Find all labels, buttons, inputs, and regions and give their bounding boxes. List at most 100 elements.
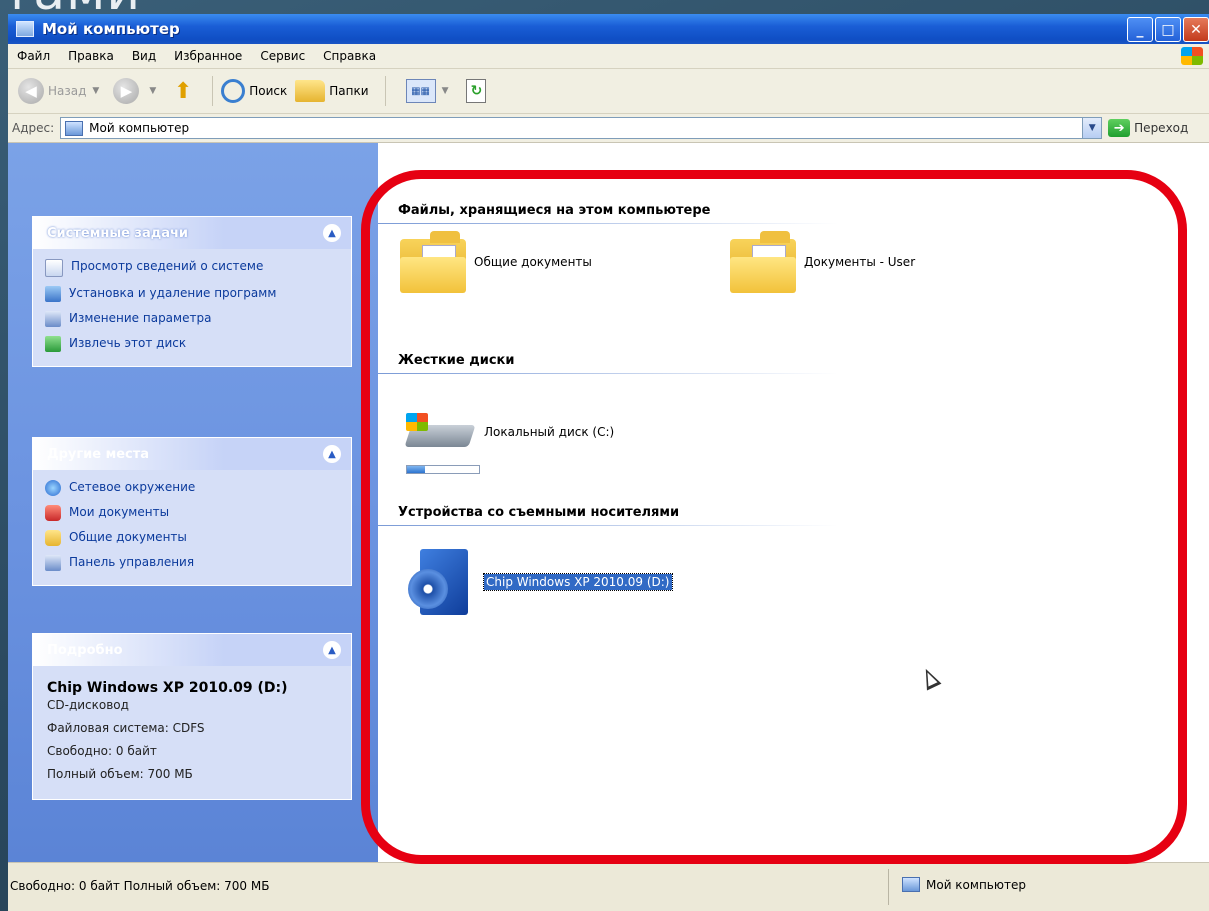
window-controls: _ □ ✕ <box>1127 17 1209 42</box>
collapse-chevron-icon[interactable]: ▲ <box>323 445 341 463</box>
task-label: Извлечь этот диск <box>69 336 187 350</box>
place-my-documents[interactable]: Мои документы <box>45 505 339 521</box>
details-header[interactable]: Подробно ▲ <box>33 634 351 666</box>
other-places-title: Другие места <box>47 446 150 462</box>
task-eject-disk[interactable]: Извлечь этот диск <box>45 336 339 352</box>
place-network[interactable]: Сетевое окружение <box>45 480 339 496</box>
group-title-files: Файлы, хранящиеся на этом компьютере <box>398 203 711 218</box>
views-button[interactable]: ▦▦ ▼ <box>394 79 455 103</box>
status-location: Мой компьютер <box>898 877 1026 892</box>
address-dropdown-icon[interactable]: ▼ <box>1082 118 1102 138</box>
other-places-panel: Другие места ▲ Сетевое окружение Мои док… <box>32 437 352 586</box>
task-label: Установка и удаление программ <box>69 286 277 300</box>
search-label: Поиск <box>249 84 288 98</box>
menu-favorites[interactable]: Избранное <box>165 49 251 63</box>
status-location-label: Мой компьютер <box>926 877 1026 892</box>
task-add-remove-programs[interactable]: Установка и удаление программ <box>45 286 339 302</box>
place-label: Панель управления <box>69 555 195 569</box>
close-button[interactable]: ✕ <box>1183 17 1209 42</box>
folder-icon <box>400 231 466 293</box>
explorer-window: Мой компьютер _ □ ✕ Файл Правка Вид Избр… <box>8 14 1209 911</box>
my-computer-icon <box>16 21 34 37</box>
item-cd-drive-d[interactable]: Chip Windows XP 2010.09 (D:) <box>408 549 673 615</box>
my-documents-icon <box>45 505 61 521</box>
forward-arrow-icon: ▶ <box>113 78 140 104</box>
place-control-panel[interactable]: Панель управления <box>45 555 339 571</box>
folders-icon <box>295 80 326 102</box>
item-label: Документы - User <box>804 255 916 269</box>
item-local-disk-c[interactable]: Локальный диск (C:) <box>404 411 614 453</box>
other-places-body: Сетевое окружение Мои документы Общие до… <box>33 470 351 585</box>
item-label-selected: Chip Windows XP 2010.09 (D:) <box>483 573 673 591</box>
system-tasks-header[interactable]: Системные задачи ▲ <box>33 217 351 249</box>
sync-icon: ↻ <box>466 79 487 103</box>
back-button[interactable]: ◀ Назад ▼ <box>18 78 105 104</box>
group-title-drives: Жесткие диски <box>398 353 515 368</box>
collapse-chevron-icon[interactable]: ▲ <box>323 641 341 659</box>
task-label: Просмотр сведений о системе <box>71 259 264 273</box>
folder-icon <box>45 530 61 546</box>
item-shared-documents[interactable]: Общие документы <box>400 231 592 293</box>
collapse-chevron-icon[interactable]: ▲ <box>323 224 341 242</box>
other-places-header[interactable]: Другие места ▲ <box>33 438 351 470</box>
go-button[interactable]: ➔ Переход <box>1108 119 1188 137</box>
forward-dropdown-icon[interactable]: ▼ <box>149 86 156 96</box>
task-label: Изменение параметра <box>69 311 212 325</box>
system-info-icon <box>45 259 63 277</box>
toolbar-separator <box>212 76 214 106</box>
address-bar: Адрес: Мой компьютер ▼ ➔ Переход <box>8 114 1209 143</box>
title-bar[interactable]: Мой компьютер _ □ ✕ <box>8 14 1209 44</box>
place-label: Мои документы <box>69 505 170 519</box>
up-button[interactable]: ⬆ <box>170 77 196 105</box>
my-computer-icon <box>65 120 84 136</box>
details-free-space: Свободно: 0 байт <box>47 744 157 758</box>
minimize-button[interactable]: _ <box>1127 17 1153 42</box>
details-item-type: CD-дисковод <box>47 698 129 712</box>
item-label: Общие документы <box>474 255 592 269</box>
place-shared-documents[interactable]: Общие документы <box>45 530 339 546</box>
go-arrow-icon: ➔ <box>1108 119 1131 137</box>
menu-bar: Файл Правка Вид Избранное Сервис Справка <box>8 44 1209 69</box>
toolbar-separator <box>384 76 386 106</box>
back-label: Назад <box>48 84 87 98</box>
menu-tools[interactable]: Сервис <box>251 49 314 63</box>
add-remove-programs-icon <box>45 286 61 302</box>
folders-button[interactable]: Папки <box>295 80 369 102</box>
status-separator <box>888 869 889 905</box>
group-divider <box>378 373 838 374</box>
forward-button[interactable]: ▶ ▼ <box>113 78 162 104</box>
task-pane: Системные задачи ▲ Просмотр сведений о с… <box>8 143 378 862</box>
toolbar: ◀ Назад ▼ ▶ ▼ ⬆ Поиск Папки ▦▦ ▼ ↻ <box>8 69 1209 114</box>
group-divider <box>378 223 838 224</box>
details-body: Chip Windows XP 2010.09 (D:) CD-дисковод… <box>33 666 351 799</box>
my-computer-icon <box>902 877 920 892</box>
menu-file[interactable]: Файл <box>8 49 59 63</box>
item-user-documents[interactable]: Документы - User <box>730 231 915 293</box>
network-icon <box>45 480 61 496</box>
control-panel-icon <box>45 311 61 327</box>
system-tasks-title: Системные задачи <box>47 225 189 241</box>
views-icon: ▦▦ <box>405 79 436 103</box>
folders-label: Папки <box>329 84 369 98</box>
eject-icon <box>45 336 61 352</box>
task-view-system-info[interactable]: Просмотр сведений о системе <box>45 259 339 277</box>
details-panel: Подробно ▲ Chip Windows XP 2010.09 (D:) … <box>32 633 352 800</box>
views-dropdown-icon[interactable]: ▼ <box>442 86 449 96</box>
address-input[interactable]: Мой компьютер ▼ <box>60 117 1103 139</box>
address-label: Адрес: <box>12 121 55 135</box>
search-button[interactable]: Поиск <box>221 79 287 103</box>
status-bar: Свободно: 0 байт Полный объем: 700 МБ Мо… <box>8 862 1209 911</box>
disk-usage-bar <box>406 465 480 474</box>
folder-icon <box>730 231 796 293</box>
place-label: Общие документы <box>69 530 187 544</box>
go-label: Переход <box>1134 121 1189 135</box>
maximize-button[interactable]: □ <box>1155 17 1181 42</box>
menu-edit[interactable]: Правка <box>59 49 123 63</box>
back-dropdown-icon[interactable]: ▼ <box>92 86 99 96</box>
task-change-setting[interactable]: Изменение параметра <box>45 311 339 327</box>
status-free-space: Свободно: 0 байт Полный объем: 700 МБ <box>10 879 270 893</box>
menu-view[interactable]: Вид <box>123 49 165 63</box>
content-pane: Файлы, хранящиеся на этом компьютере Общ… <box>378 143 1209 862</box>
menu-help[interactable]: Справка <box>314 49 385 63</box>
sync-button[interactable]: ↻ <box>462 79 487 103</box>
